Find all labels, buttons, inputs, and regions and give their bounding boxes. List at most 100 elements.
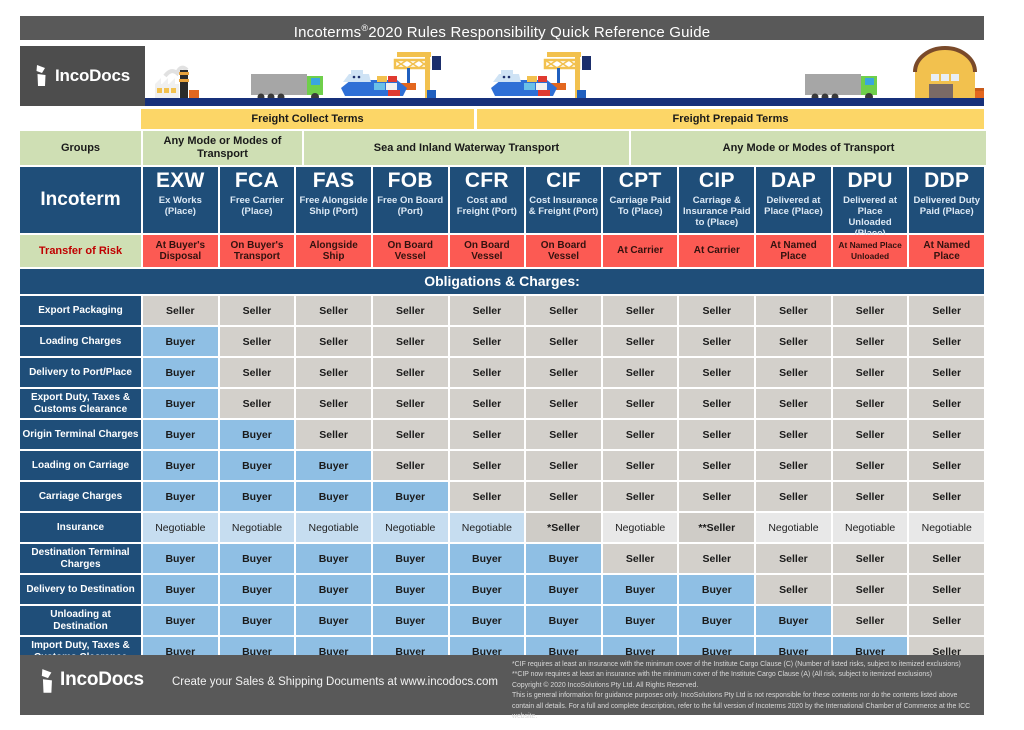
table-cell: Seller — [372, 326, 448, 357]
table-cell: Buyer — [219, 481, 295, 512]
table-cell: Seller — [526, 450, 601, 481]
incoterm-col-cfr[interactable]: CFR Cost and Freight (Port) — [449, 167, 525, 233]
table-cell: Seller — [832, 326, 908, 357]
table-row: Carriage Charges Buyer Buyer Buyer Buyer Sell… — [20, 481, 985, 512]
table-cell: Seller — [372, 450, 448, 481]
title-rest: 2020 Rules Responsibility Quick Referenc… — [368, 24, 711, 41]
table-cell: Buyer — [143, 326, 218, 357]
incoterm-label: Incoterm — [20, 167, 141, 233]
table-cell: Seller — [909, 388, 985, 419]
table-cell: Buyer — [602, 574, 678, 605]
table-cell: Seller — [909, 450, 985, 481]
incoterms-table: Groups Any Mode or Modes of Transport Se… — [20, 131, 986, 668]
incoterm-col-fob[interactable]: FOB Free On Board (Port) — [372, 167, 448, 233]
ground-line — [145, 99, 984, 106]
table-cell: Seller — [679, 296, 755, 326]
incoterm-name: Ex Works (Place) — [158, 195, 202, 217]
table-cell: Buyer — [219, 605, 295, 636]
incoterm-col-fca[interactable]: FCA Free Carrier (Place) — [219, 167, 295, 233]
table-cell: Negotiable — [372, 512, 448, 543]
risk-cell-fob: On Board Vessel — [372, 235, 448, 267]
incoterm-code: DPU — [847, 169, 893, 192]
footer-tagline: Create your Sales & Shipping Documents a… — [172, 676, 498, 688]
table-cell: Seller — [449, 326, 525, 357]
incoterm-col-fas[interactable]: FAS Free Alongside Ship (Port) — [296, 167, 371, 233]
table-row: Loading Charges Buyer Seller Seller Seller Se… — [20, 326, 985, 357]
table-cell: Seller — [219, 326, 295, 357]
table-cell: Buyer — [526, 574, 601, 605]
table-cell: Buyer — [219, 419, 295, 450]
table-cell: Seller — [909, 574, 985, 605]
incoterm-name: Free On Board (Port) — [377, 195, 444, 217]
incoterm-col-cpt[interactable]: CPT Carriage Paid To (Place) — [602, 167, 678, 233]
table-cell: Buyer — [143, 543, 218, 574]
table-cell: Buyer — [296, 481, 371, 512]
table-cell: Negotiable — [756, 512, 831, 543]
incoterm-name: Cost and Freight (Port) — [456, 195, 517, 217]
incoterm-code: CFR — [464, 169, 509, 192]
transfer-of-risk-label: Transfer of Risk — [20, 235, 141, 267]
table-cell: Buyer — [449, 605, 525, 636]
page-footer: IncoDocs Create your Sales & Shipping Do… — [20, 655, 984, 720]
freight-collect-terms-bar: Freight Collect Terms — [141, 109, 474, 129]
table-cell: Seller — [602, 296, 678, 326]
table-cell: Buyer — [219, 574, 295, 605]
table-cell: Negotiable — [602, 512, 678, 543]
table-cell: Seller — [143, 296, 218, 326]
table-cell: Buyer — [296, 605, 371, 636]
risk-cell-exw: At Buyer's Disposal — [143, 235, 218, 267]
factory-icon — [155, 65, 199, 98]
incoterm-col-ddp[interactable]: DDP Delivered Duty Paid (Place) — [909, 167, 985, 233]
row-label: Export Packaging — [20, 296, 141, 326]
table-cell: Seller — [909, 481, 985, 512]
table-cell: Negotiable — [832, 512, 908, 543]
incoterms-quick-reference-guide: Incoterms®2020 Rules Responsibility Quic… — [0, 0, 1024, 730]
incoterm-name: Free Carrier (Place) — [230, 195, 284, 217]
incoterm-col-cif[interactable]: CIF Cost Insurance & Freight (Port) — [526, 167, 601, 233]
table-cell: Seller — [526, 419, 601, 450]
table-cell: Buyer — [296, 543, 371, 574]
table-row: Origin Terminal Charges Buyer Buyer Seller S… — [20, 419, 985, 450]
incoterm-col-exw[interactable]: EXW Ex Works (Place) — [143, 167, 218, 233]
incoterm-name: Carriage Paid To (Place) — [609, 195, 671, 217]
table-cell: Seller — [296, 296, 371, 326]
incoterm-code: DAP — [770, 169, 817, 192]
table-cell: Seller — [602, 481, 678, 512]
table-cell: Buyer — [143, 388, 218, 419]
table-cell: Seller — [909, 357, 985, 388]
table-cell: Seller — [602, 326, 678, 357]
incodocs-mark-icon — [40, 668, 54, 693]
risk-cell-dap: At Named Place — [756, 235, 831, 267]
table-cell: Seller — [832, 543, 908, 574]
title-main: Incoterms — [293, 24, 362, 41]
incoterm-col-cip[interactable]: CIP Carriage & Insurance Paid to (Place) — [679, 167, 755, 233]
incoterm-col-dap[interactable]: DAP Delivered at Place (Place) — [756, 167, 831, 233]
incoterm-code: CIP — [698, 169, 735, 192]
table-cell: Seller — [219, 388, 295, 419]
table-cell: Buyer — [143, 450, 218, 481]
incoterm-name: Free Alongside Ship (Port) — [299, 195, 368, 217]
footer-note-copyright: Copyright © 2020 IncoSolutions Pty Ltd. … — [512, 681, 699, 689]
incoterm-col-dpu[interactable]: DPU Delivered at Place Unloaded (Place) — [832, 167, 908, 239]
ship-crane-icon-destination — [491, 52, 591, 98]
incoterm-name: Cost Insurance & Freight (Port) — [528, 195, 599, 217]
table-cell: Seller — [296, 326, 371, 357]
table-cell: Seller — [756, 357, 831, 388]
table-cell: Negotiable — [449, 512, 525, 543]
table-cell: Buyer — [526, 605, 601, 636]
table-cell: Seller — [679, 419, 755, 450]
table-cell: Seller — [756, 326, 831, 357]
table-row: Loading on Carriage Buyer Buyer Buyer Seller… — [20, 450, 985, 481]
row-label: Insurance — [20, 512, 141, 543]
incoterm-code: FAS — [312, 169, 355, 192]
table-cell: Buyer — [143, 574, 218, 605]
table-cell: Buyer — [372, 605, 448, 636]
group-segment-any-mode-1: Any Mode or Modes of Transport — [143, 131, 302, 165]
table-cell: Buyer — [756, 605, 831, 636]
ship-crane-icon-origin — [341, 52, 441, 98]
incoterm-code: DDP — [924, 169, 970, 192]
table-cell: Seller — [602, 419, 678, 450]
row-label: Carriage Charges — [20, 481, 141, 512]
groups-row: Groups Any Mode or Modes of Transport Se… — [20, 131, 986, 165]
incoterm-name: Carriage & Insurance Paid to (Place) — [683, 195, 751, 228]
